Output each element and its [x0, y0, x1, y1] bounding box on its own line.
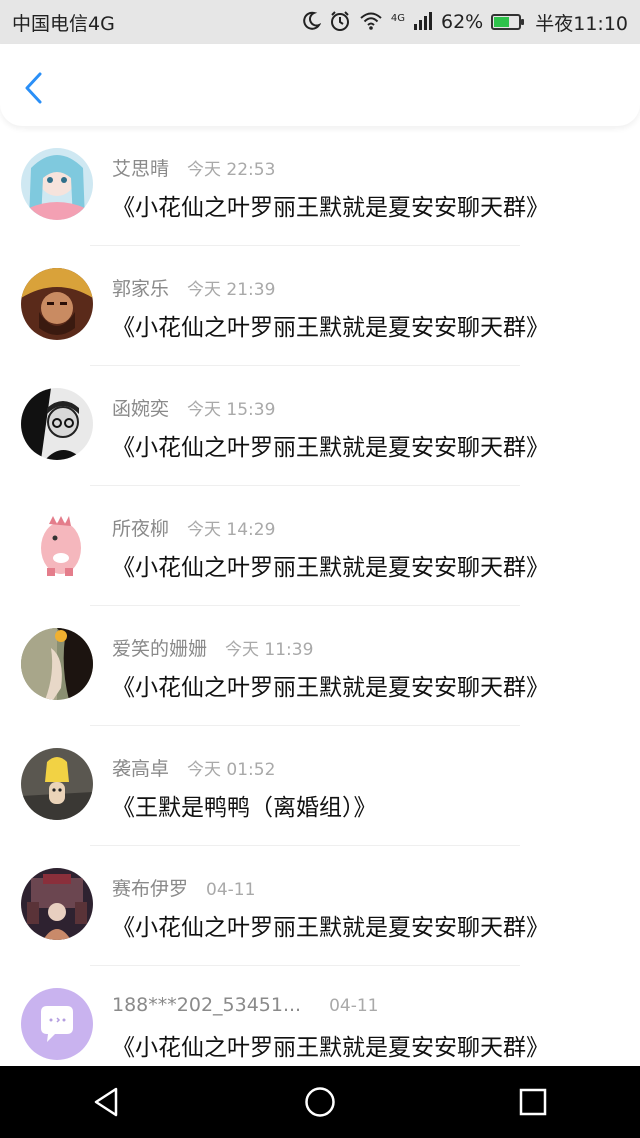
avatar[interactable] — [21, 388, 93, 460]
message-text: 《小花仙之叶罗丽王默就是夏安安聊天群》 — [112, 675, 549, 701]
back-nav-button[interactable] — [87, 1082, 127, 1122]
system-navigation-bar — [0, 1066, 640, 1138]
alarm-icon — [329, 10, 351, 35]
signal-icon — [413, 11, 433, 34]
sender-line: 所夜柳 今天 14:29 — [112, 514, 275, 541]
message-list: 艾思晴 今天 22:53 《小花仙之叶罗丽王默就是夏安安聊天群》 郭家乐 今天 21… — [0, 126, 640, 1086]
sender-name: 爱笑的姗姗 — [112, 638, 208, 660]
list-item[interactable]: 所夜柳 今天 14:29 《小花仙之叶罗丽王默就是夏安安聊天群》 — [0, 486, 640, 606]
list-item[interactable]: 赛布伊罗 04-11 《小花仙之叶罗丽王默就是夏安安聊天群》 — [0, 846, 640, 966]
avatar[interactable] — [21, 628, 93, 700]
status-bar: 中国电信4G 4G 62% 半夜11:10 — [0, 0, 640, 44]
status-icons: 4G 62% 半夜11:10 — [301, 9, 628, 36]
sender-line: 赛布伊罗 04-11 — [112, 874, 255, 901]
sender-line: 袭高卓 今天 01:52 — [112, 754, 275, 781]
sender-name: 函婉奕 — [112, 398, 170, 420]
message-time: 04-11 — [206, 880, 256, 900]
avatar[interactable] — [21, 508, 93, 580]
chevron-left-icon — [25, 72, 42, 104]
list-item[interactable]: 袭高卓 今天 01:52 《王默是鸭鸭（离婚组）》 — [0, 726, 640, 846]
sender-line: 郭家乐 今天 21:39 — [112, 274, 275, 301]
message-text: 《小花仙之叶罗丽王默就是夏安安聊天群》 — [112, 1035, 549, 1061]
message-text: 《小花仙之叶罗丽王默就是夏安安聊天群》 — [112, 315, 549, 341]
message-time: 今天 22:53 — [187, 160, 276, 180]
avatar[interactable] — [21, 988, 93, 1060]
message-text: 《小花仙之叶罗丽王默就是夏安安聊天群》 — [112, 915, 549, 941]
message-text: 《小花仙之叶罗丽王默就是夏安安聊天群》 — [112, 555, 549, 581]
avatar[interactable] — [21, 748, 93, 820]
message-time: 今天 14:29 — [187, 520, 276, 540]
battery-icon — [491, 14, 525, 30]
sender-line: 艾思晴 今天 22:53 — [112, 154, 275, 181]
avatar[interactable] — [21, 148, 93, 220]
sender-name: 郭家乐 — [112, 278, 170, 300]
message-text: 《王默是鸭鸭（离婚组）》 — [112, 795, 377, 821]
top-nav-bar — [0, 44, 640, 126]
list-item[interactable]: 函婉奕 今天 15:39 《小花仙之叶罗丽王默就是夏安安聊天群》 — [0, 366, 640, 486]
sender-line: 爱笑的姗姗 今天 11:39 — [112, 634, 313, 661]
recents-square-icon — [520, 1088, 547, 1116]
network-badge: 4G — [390, 12, 405, 24]
carrier-label: 中国电信4G — [12, 12, 115, 35]
avatar[interactable] — [21, 868, 93, 940]
message-time: 04-11 — [329, 996, 379, 1016]
message-time: 今天 21:39 — [187, 280, 276, 300]
message-time: 今天 11:39 — [225, 640, 314, 660]
sender-line: 函婉奕 今天 15:39 — [112, 394, 275, 421]
wifi-icon — [359, 11, 383, 34]
list-item[interactable]: 郭家乐 今天 21:39 《小花仙之叶罗丽王默就是夏安安聊天群》 — [0, 246, 640, 366]
back-button[interactable] — [18, 70, 50, 106]
sender-name: 188***202_53451... — [112, 994, 302, 1016]
message-time: 今天 15:39 — [187, 400, 276, 420]
sender-name: 艾思晴 — [112, 158, 170, 180]
sender-name: 赛布伊罗 — [112, 878, 189, 900]
message-text: 《小花仙之叶罗丽王默就是夏安安聊天群》 — [112, 195, 549, 221]
list-item[interactable]: 爱笑的姗姗 今天 11:39 《小花仙之叶罗丽王默就是夏安安聊天群》 — [0, 606, 640, 726]
sender-name: 袭高卓 — [112, 758, 170, 780]
moon-icon — [301, 11, 322, 34]
avatar[interactable] — [21, 268, 93, 340]
home-nav-button[interactable] — [300, 1082, 340, 1122]
list-item[interactable]: 艾思晴 今天 22:53 《小花仙之叶罗丽王默就是夏安安聊天群》 — [0, 126, 640, 246]
sender-line: 188***202_53451... 04-11 — [112, 994, 379, 1016]
sender-name: 所夜柳 — [112, 518, 170, 540]
back-triangle-icon — [94, 1087, 117, 1117]
home-circle-icon — [305, 1087, 335, 1117]
battery-percent: 62% — [441, 11, 484, 33]
message-time: 今天 01:52 — [187, 760, 276, 780]
clock: 半夜11:10 — [535, 12, 628, 35]
message-text: 《小花仙之叶罗丽王默就是夏安安聊天群》 — [112, 435, 549, 461]
recents-nav-button[interactable] — [513, 1082, 553, 1122]
